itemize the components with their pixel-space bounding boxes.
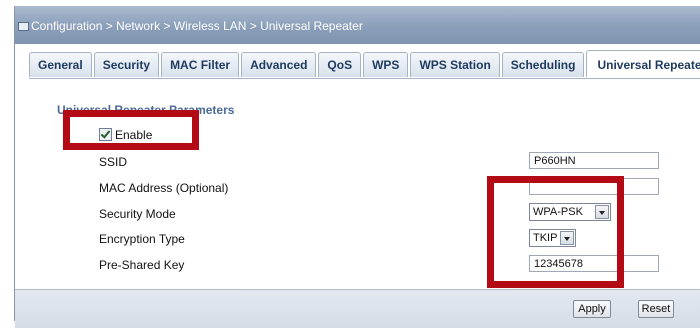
- security-mode-label: Security Mode: [99, 207, 176, 221]
- enable-label: Enable: [115, 128, 153, 142]
- reset-button[interactable]: Reset: [638, 300, 674, 318]
- section-title: Universal Repeater Parameters: [57, 103, 235, 117]
- chevron-down-icon[interactable]: [560, 231, 574, 245]
- security-mode-select[interactable]: WPA-PSK: [529, 203, 611, 221]
- encryption-type-select[interactable]: TKIP: [529, 229, 576, 247]
- encryption-type-label: Encryption Type: [99, 232, 185, 246]
- tab-qos[interactable]: QoS: [318, 52, 362, 77]
- tab-general[interactable]: General: [29, 52, 92, 77]
- pre-shared-key-input[interactable]: 12345678: [529, 255, 659, 272]
- pre-shared-key-label: Pre-Shared Key: [99, 258, 185, 272]
- mac-address-input[interactable]: [529, 178, 659, 195]
- tab-wps[interactable]: WPS: [363, 52, 409, 77]
- breadcrumb: Configuration > Network > Wireless LAN >…: [31, 19, 363, 33]
- enable-checkbox[interactable]: [99, 128, 112, 141]
- window-icon: [18, 22, 29, 31]
- tab-bar: General Security MAC Filter Advanced QoS…: [29, 50, 700, 78]
- chevron-down-icon[interactable]: [595, 205, 609, 219]
- tab-wps-station[interactable]: WPS Station: [410, 52, 500, 77]
- apply-button[interactable]: Apply: [573, 300, 611, 318]
- ssid-label: SSID: [99, 155, 128, 169]
- main-frame: Configuration > Network > Wireless LAN >…: [14, 6, 700, 328]
- tab-security[interactable]: Security: [93, 52, 160, 77]
- button-bar: Apply Reset: [15, 289, 700, 328]
- security-mode-value: WPA-PSK: [533, 206, 583, 218]
- title-bar: Configuration > Network > Wireless LAN >…: [15, 6, 700, 44]
- tab-advanced[interactable]: Advanced: [241, 52, 317, 77]
- ssid-input[interactable]: P660HN: [529, 152, 659, 169]
- tab-mac-filter[interactable]: MAC Filter: [161, 52, 240, 77]
- encryption-type-value: TKIP: [533, 232, 558, 244]
- tab-universal-repeater[interactable]: Universal Repeater: [586, 50, 700, 77]
- content-panel: Universal Repeater Parameters Enable SSI…: [29, 79, 700, 289]
- mac-address-label: MAC Address (Optional): [99, 181, 229, 195]
- tab-scheduling[interactable]: Scheduling: [501, 52, 585, 77]
